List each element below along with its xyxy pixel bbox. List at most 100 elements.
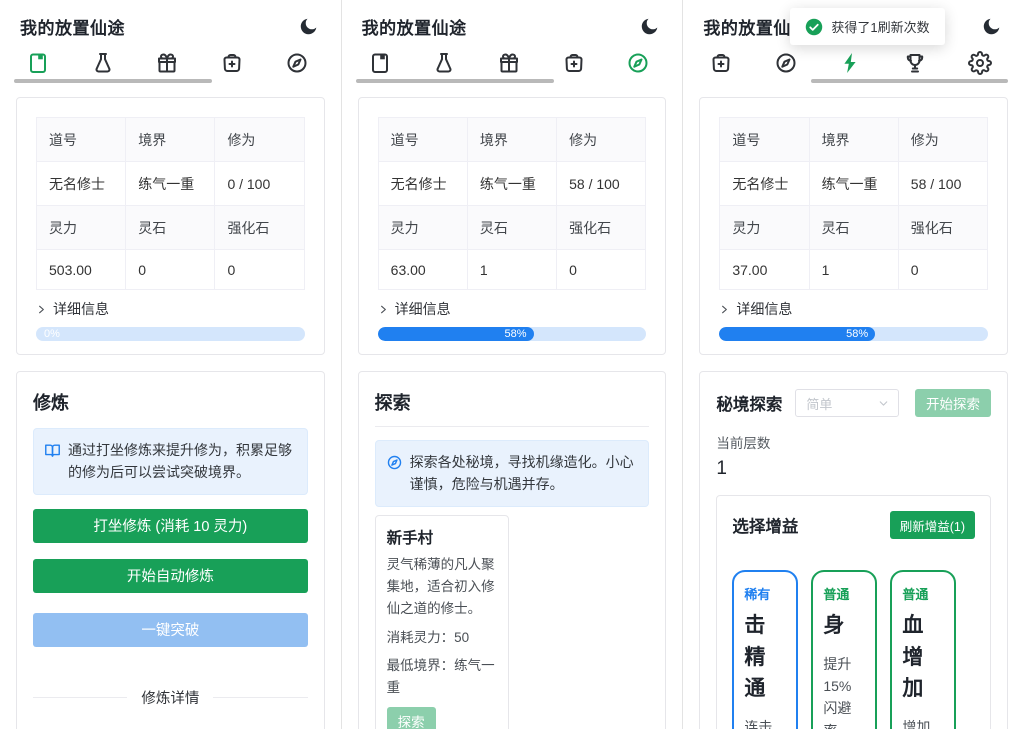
section-title: 秘境探索 [716,391,782,415]
floor-label: 当前层数 [716,432,991,452]
tab-bar [342,41,683,83]
location-description: 灵气稀薄的凡人聚集地，适合初入修仙之道的修士。 [387,554,497,621]
explore-button[interactable]: 探索 [387,707,436,729]
location-name: 新手村 [387,526,497,548]
stats-value-cell: 58 / 100 [898,162,987,206]
details-collapse[interactable]: 详细信息 [719,299,988,319]
panel-content: 道号 境界 修为 无名修士 练气一重 58 / 100 灵力 灵石 强化石 [342,97,683,729]
buff-description: 提升15%闪避率 [823,653,857,729]
tabbar-scrollbar[interactable] [14,79,212,83]
stats-value-cell: 0 [557,250,646,290]
stats-value-cell: 0 [126,250,215,290]
stats-table: 道号 境界 修为 无名修士 练气一重 58 / 100 灵力 灵石 强化石 [719,117,988,290]
difficulty-value: 简单 [806,394,832,413]
meditate-button[interactable]: 打坐修炼 (消耗 10 灵力) [33,509,308,543]
auto-cultivate-button[interactable]: 开始自动修炼 [33,559,308,593]
tabbar-scrollbar[interactable] [356,79,554,83]
start-explore-button[interactable]: 开始探索 [915,389,991,417]
explore-section: 探索 探索各处秘境，寻找机缘造化。小心谨慎，危险与机遇并存。 新手村 灵气稀薄的… [358,371,667,729]
panel-header: 我的放置仙途 [0,0,341,41]
breakthrough-button[interactable]: 一键突破 [33,613,308,647]
details-collapse[interactable]: 详细信息 [36,299,305,319]
stats-header-cell: 道号 [37,118,126,162]
section-divider [375,426,650,427]
tab-items[interactable] [220,51,244,75]
tab-journal[interactable] [368,51,392,75]
stats-header-cell: 道号 [378,118,467,162]
tabbar-scrollbar[interactable] [811,79,1008,83]
stats-header-cell: 灵石 [126,206,215,250]
divider-label: 修炼详情 [141,687,199,708]
moon-icon[interactable] [981,16,1002,37]
info-alert: 探索各处秘境，寻找机缘造化。小心谨慎，危险与机遇并存。 [375,440,650,507]
tab-alchemy[interactable] [91,51,115,75]
tab-bar [0,41,341,83]
panel-explore: 我的放置仙途 道号 境界 修为 无名修士 练 [341,0,683,729]
stats-header-cell: 修为 [557,118,646,162]
progress-label: 58% [846,328,868,340]
buff-description: 增加10% [902,716,936,729]
toast-text: 获得了1刷新次数 [831,17,929,36]
chevron-right-icon [36,304,47,315]
tab-bar [683,41,1024,83]
details-collapse[interactable]: 详细信息 [378,299,647,319]
stats-header-cell: 强化石 [898,206,987,250]
stats-header-cell: 灵力 [37,206,126,250]
stats-card: 道号 境界 修为 无名修士 练气一重 0 / 100 灵力 灵石 强化石 [16,97,325,355]
moon-icon[interactable] [639,16,660,37]
tab-achievements[interactable] [903,51,927,75]
progress-fill: 58% [378,327,534,341]
stats-header-cell: 修为 [215,118,304,162]
tab-explore[interactable] [626,51,650,75]
stats-value-cell: 0 [898,250,987,290]
difficulty-select[interactable]: 简单 [795,389,899,417]
cultivation-progressbar: 58% [719,327,988,341]
stats-value-cell: 1 [809,250,898,290]
stats-header-cell: 道号 [720,118,809,162]
secret-realm-section: 秘境探索 简单 开始探索 当前层数 1 选择增益 刷新增益(1) [699,371,1008,729]
buff-card[interactable]: 稀有 击精通 连击率提 [732,570,798,729]
rarity-badge: 普通 [902,584,944,603]
secret-realm-header: 秘境探索 简单 开始探索 [716,389,991,417]
tab-journal[interactable] [26,51,50,75]
tab-items[interactable] [562,51,586,75]
stats-header-cell: 修为 [898,118,987,162]
panel-content: 道号 境界 修为 无名修士 练气一重 58 / 100 灵力 灵石 强化石 [683,97,1024,729]
tab-secret-realm[interactable] [839,51,863,75]
progress-fill: 0% [36,327,305,341]
buff-panel-header: 选择增益 刷新增益(1) [732,511,975,539]
stats-value-cell: 练气一重 [126,162,215,206]
cultivation-detail-divider: 修炼详情 [33,687,308,708]
refresh-buffs-button[interactable]: 刷新增益(1) [890,511,975,539]
buff-select-panel: 选择增益 刷新增益(1) 稀有 击精通 连击率提 普通 身 提升15%闪避率 [716,495,991,729]
buff-card-row: 稀有 击精通 连击率提 普通 身 提升15%闪避率 普通 血增加 增加1 [732,570,975,729]
chevron-right-icon [378,304,389,315]
buff-card[interactable]: 普通 血增加 增加10% [890,570,956,729]
tab-explore[interactable] [285,51,309,75]
tab-alchemy[interactable] [432,51,456,75]
tab-settings[interactable] [968,51,992,75]
stats-card: 道号 境界 修为 无名修士 练气一重 58 / 100 灵力 灵石 强化石 [699,97,1008,355]
section-title: 修炼 [33,389,308,415]
buff-card[interactable]: 普通 身 提升15%闪避率 [811,570,877,729]
location-min-realm: 最低境界：练气一重 [387,655,497,700]
stats-value-cell: 1 [467,250,556,290]
tab-explore[interactable] [774,51,798,75]
app-title: 我的放置仙途 [362,14,467,39]
tab-items[interactable] [709,51,733,75]
check-circle-icon [805,18,823,36]
buff-name: 击精通 [744,610,778,705]
stats-value-cell: 无名修士 [378,162,467,206]
progress-label: 58% [504,328,526,340]
stats-table: 道号 境界 修为 无名修士 练气一重 0 / 100 灵力 灵石 强化石 [36,117,305,290]
tab-rewards[interactable] [155,51,179,75]
stats-card: 道号 境界 修为 无名修士 练气一重 58 / 100 灵力 灵石 强化石 [358,97,667,355]
buff-name: 血增加 [902,610,936,705]
details-label: 详细信息 [53,299,109,319]
stats-header-cell: 灵力 [378,206,467,250]
stats-value-cell: 37.00 [720,250,809,290]
tab-rewards[interactable] [497,51,521,75]
moon-icon[interactable] [298,16,319,37]
alert-text: 通过打坐修炼来提升修为，积累足够的修为后可以尝试突破境界。 [68,439,297,484]
location-card: 新手村 灵气稀薄的凡人聚集地，适合初入修仙之道的修士。 消耗灵力：50 最低境界… [375,515,509,729]
